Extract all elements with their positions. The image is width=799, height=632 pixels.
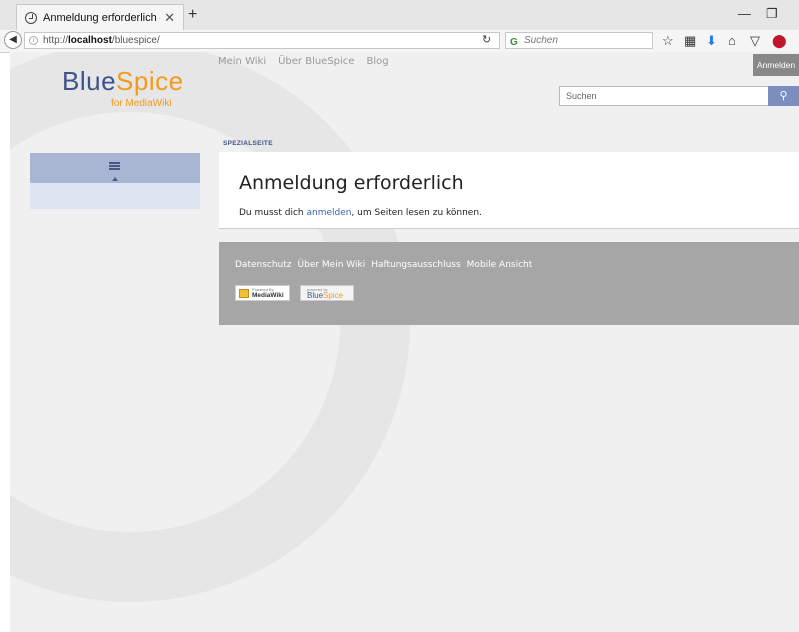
powered-by-mediawiki-badge[interactable]: Powered By MediaWiki: [235, 285, 290, 301]
sidebar-toggle-body: [30, 183, 200, 209]
pocket-icon[interactable]: ▽: [750, 33, 760, 49]
login-link[interactable]: anmelden: [306, 208, 351, 218]
search-engine-icon[interactable]: G: [510, 35, 518, 50]
home-icon[interactable]: ⌂: [728, 33, 736, 48]
background-watermark: [10, 52, 410, 602]
bluespice-logo[interactable]: BlueSpice: [62, 66, 184, 97]
logo-subtitle: for MediaWiki: [111, 98, 172, 109]
url-prefix: http://: [43, 35, 69, 46]
ublock-icon[interactable]: ⬤: [772, 33, 787, 49]
top-navigation: Mein Wiki Über BlueSpice Blog: [218, 56, 389, 67]
tab-title: Anmeldung erforderlich – ...: [43, 11, 160, 24]
url-host: localhost: [68, 35, 112, 46]
footer-link-haftung[interactable]: Haftungsausschluss: [371, 260, 460, 270]
new-tab-button[interactable]: +: [188, 6, 197, 24]
reload-icon[interactable]: ↻: [482, 33, 491, 46]
nav-link-blog[interactable]: Blog: [366, 56, 388, 67]
footer-links: Datenschutz Über Mein Wiki Haftungsaussc…: [235, 260, 532, 270]
tab-favicon-icon: [25, 11, 37, 24]
mediawiki-flower-icon: [239, 289, 249, 298]
search-icon[interactable]: ⚲: [768, 86, 799, 106]
sidebar-toggle-panel[interactable]: [30, 153, 200, 209]
footer-link-mobile[interactable]: Mobile Ansicht: [467, 260, 533, 270]
reading-list-icon[interactable]: ▦: [684, 33, 696, 49]
back-button[interactable]: ◀: [4, 31, 22, 49]
site-info-icon[interactable]: i: [29, 36, 38, 45]
minimize-button[interactable]: —: [738, 6, 751, 21]
wiki-page: BlueSpice for MediaWiki Mein Wiki Über B…: [10, 52, 799, 632]
download-icon[interactable]: ⬇: [706, 33, 717, 49]
powered-by-bluespice-badge[interactable]: powered by BlueSpice: [300, 285, 354, 301]
nav-link-ueber-bluespice[interactable]: Über BlueSpice: [278, 56, 354, 67]
content-area: Anmeldung erforderlich Du musst dich anm…: [219, 152, 799, 229]
restore-button[interactable]: ❐: [766, 6, 778, 22]
footer: Datenschutz Über Mein Wiki Haftungsaussc…: [219, 242, 799, 325]
wiki-search-input[interactable]: Suchen: [559, 86, 769, 106]
nav-link-mein-wiki[interactable]: Mein Wiki: [218, 56, 266, 67]
caret-up-icon: [112, 177, 118, 181]
url-bar[interactable]: i http://localhost/bluespice/: [24, 32, 500, 49]
footer-link-ueber[interactable]: Über Mein Wiki: [298, 260, 366, 270]
footer-link-datenschutz[interactable]: Datenschutz: [235, 260, 292, 270]
page-body-text: Du musst dich anmelden, um Seiten lesen …: [239, 208, 482, 218]
url-path: /bluespice/: [111, 35, 160, 46]
namespace-label: SPEZIALSEITE: [223, 140, 273, 147]
browser-tab[interactable]: Anmeldung erforderlich – ... ✕: [16, 4, 184, 30]
hamburger-icon[interactable]: [109, 162, 120, 170]
page-title: Anmeldung erforderlich: [239, 172, 464, 194]
tab-close-icon[interactable]: ✕: [164, 10, 175, 26]
login-button[interactable]: Anmelden: [753, 54, 799, 76]
browser-search-input[interactable]: G Suchen: [505, 32, 653, 49]
bookmark-star-icon[interactable]: ☆: [662, 33, 674, 49]
browser-search-placeholder: Suchen: [524, 35, 558, 46]
